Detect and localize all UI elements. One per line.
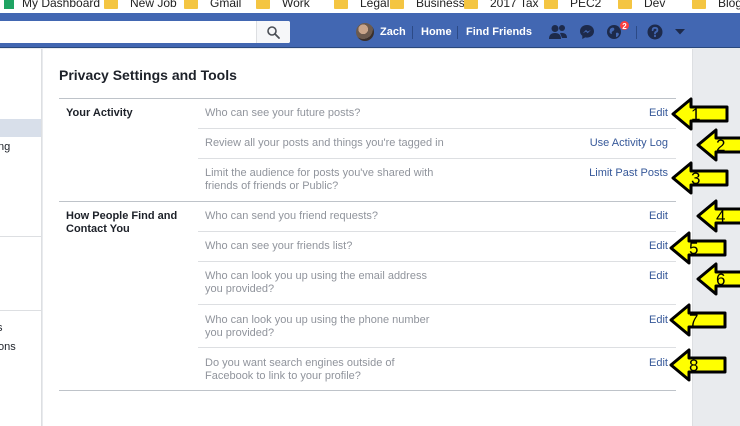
section-divider (59, 390, 676, 391)
quick-help-button[interactable] (645, 23, 665, 41)
nav-divider (457, 26, 458, 39)
bookmark-work[interactable]: Work (256, 0, 310, 10)
edit-button[interactable]: Edit (649, 107, 668, 120)
chevron-down-icon (675, 29, 685, 35)
help-icon (647, 24, 663, 40)
annotation-number: 4 (716, 207, 725, 226)
edit-button[interactable]: Edit (649, 270, 668, 283)
bookmark-pec2[interactable]: PEC2 (544, 0, 601, 10)
setting-question: Who can see your friends list? (205, 240, 353, 252)
sidebar-item-privacy[interactable] (0, 119, 41, 137)
section-divider (59, 98, 676, 99)
setting-question: Who can look you up using the phone numb… (205, 314, 430, 339)
edit-button[interactable]: Edit (649, 357, 668, 370)
folder-icon (618, 0, 632, 9)
folder-icon (692, 0, 706, 9)
bookmark-2017-tax[interactable]: 2017 Tax (464, 0, 539, 10)
row-divider (198, 231, 676, 232)
home-link[interactable]: Home (421, 21, 452, 43)
row-divider (198, 261, 676, 262)
row-divider (198, 158, 676, 159)
nav-divider (636, 26, 637, 39)
annotation-arrow-2: 2 (696, 128, 740, 162)
folder-icon (104, 0, 118, 9)
bookmark-business[interactable]: Business (390, 0, 465, 10)
annotation-arrow-8: 8 (669, 348, 727, 382)
bookmark-gmail[interactable]: Gmail (184, 0, 241, 10)
sidebar-item-label[interactable]: ons (0, 341, 16, 353)
folder-icon (390, 0, 404, 9)
setting-question: Review all your posts and things you're … (205, 137, 444, 149)
google-sheets-icon (4, 0, 14, 9)
folder-icon (464, 0, 478, 9)
limit-past-posts-button[interactable]: Limit Past Posts (589, 167, 668, 180)
friends-icon (549, 25, 567, 39)
search-input[interactable] (0, 21, 290, 43)
setting-question: Who can see your future posts? (205, 107, 361, 119)
bookmark-new-job[interactable]: New Job (104, 0, 177, 10)
folder-icon (256, 0, 270, 9)
annotation-number: 3 (691, 169, 700, 188)
setting-question: Who can look you up using the email addr… (205, 270, 427, 295)
annotation-arrow-7: 7 (669, 303, 727, 337)
annotation-arrow-3: 3 (671, 161, 729, 195)
row-divider (198, 304, 676, 305)
profile-link[interactable]: Zach (356, 21, 406, 43)
sidebar-divider (0, 236, 41, 237)
top-navigation-bar: Zach Home Find Friends 2 (0, 13, 740, 48)
section-label: Your Activity (66, 107, 133, 119)
row-divider (198, 347, 676, 348)
annotation-arrow-5: 5 (669, 231, 727, 265)
annotation-number: 1 (691, 105, 700, 124)
setting-question: Who can send you friend requests? (205, 210, 379, 222)
friend-requests-button[interactable] (548, 23, 568, 41)
sidebar-item-label[interactable]: s (0, 322, 3, 334)
edit-button[interactable]: Edit (649, 240, 668, 253)
bookmark-blog[interactable]: Blog (692, 0, 740, 10)
row-divider (198, 128, 676, 129)
annotation-arrow-4: 4 (696, 199, 740, 233)
account-menu-button[interactable] (670, 23, 690, 41)
annotation-number: 8 (689, 356, 698, 375)
annotation-arrow-6: 6 (696, 262, 740, 296)
annotation-number: 5 (689, 239, 698, 258)
folder-icon (184, 0, 198, 9)
annotation-number: 6 (716, 270, 725, 289)
bookmarks-bar: My Dashboard New Job Gmail Work Legal Bu… (0, 0, 740, 13)
setting-question: Do you want search engines outside of Fa… (205, 357, 395, 382)
search-icon (267, 25, 280, 39)
avatar (356, 23, 374, 41)
annotation-number: 2 (716, 136, 725, 155)
bookmark-my-dashboard[interactable]: My Dashboard (4, 0, 100, 10)
page-title: Privacy Settings and Tools (59, 67, 237, 83)
folder-icon (334, 0, 348, 9)
settings-sidebar: ng s ons (0, 49, 42, 426)
messenger-icon (580, 25, 594, 39)
folder-icon (544, 0, 558, 9)
edit-button[interactable]: Edit (649, 314, 668, 327)
bookmark-dev[interactable]: Dev (618, 0, 665, 10)
sidebar-item-label[interactable]: ng (0, 141, 10, 153)
search-button[interactable] (256, 21, 290, 43)
notifications-badge: 2 (619, 20, 630, 31)
annotation-arrow-1: 1 (671, 97, 729, 131)
bookmark-legal[interactable]: Legal (334, 0, 389, 10)
setting-question: Limit the audience for posts you've shar… (205, 167, 434, 192)
edit-button[interactable]: Edit (649, 210, 668, 223)
use-activity-log-button[interactable]: Use Activity Log (590, 137, 668, 150)
annotation-number: 7 (689, 311, 698, 330)
find-friends-link[interactable]: Find Friends (466, 21, 532, 43)
sidebar-divider (0, 310, 41, 311)
section-divider (59, 201, 676, 202)
nav-divider (412, 26, 413, 39)
messenger-button[interactable] (577, 23, 597, 41)
section-label: How People Find and Contact You (66, 210, 178, 235)
